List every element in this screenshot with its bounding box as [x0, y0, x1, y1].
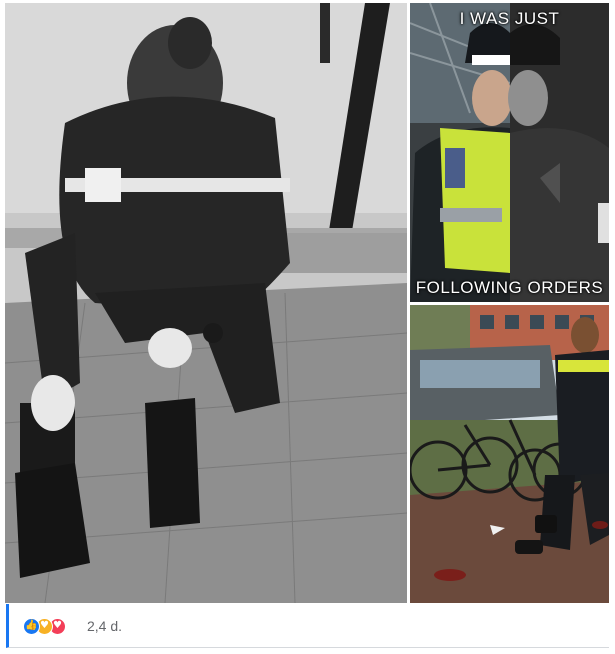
- reaction-icons[interactable]: 👍 ♥ ♥: [23, 617, 66, 635]
- kneeling-officer-image: [5, 3, 407, 603]
- post-reactions-bar: 👍 ♥ ♥ 2,4 d.: [6, 604, 609, 648]
- photo-collage: I WAS JUST FOLLOWING ORDERS: [5, 3, 609, 603]
- reaction-count[interactable]: 2,4 d.: [87, 618, 122, 634]
- street-arrest-photo[interactable]: [410, 305, 609, 603]
- meme-caption-bottom: FOLLOWING ORDERS: [415, 278, 604, 297]
- meme-caption-top: I WAS JUST: [459, 9, 560, 28]
- facebook-post: I WAS JUST FOLLOWING ORDERS 👍 ♥ ♥ 2,4 d.: [0, 0, 615, 654]
- street-arrest-image: [410, 305, 609, 603]
- meme-image: [410, 3, 609, 302]
- like-icon: 👍: [23, 617, 40, 635]
- kneeling-officer-photo[interactable]: [5, 3, 407, 603]
- meme-photo[interactable]: I WAS JUST FOLLOWING ORDERS: [410, 3, 609, 302]
